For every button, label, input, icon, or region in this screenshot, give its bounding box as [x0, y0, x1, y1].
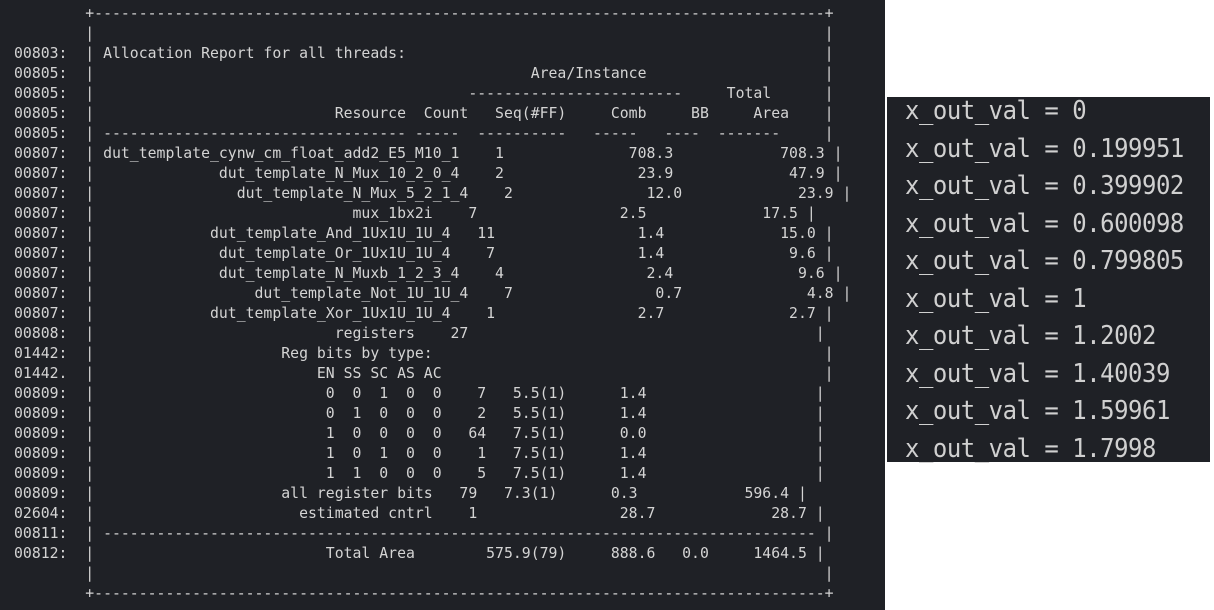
- x-out-val-terminal: x_out_val = 0 x_out_val = 0.199951 x_out_v…: [887, 96, 1210, 464]
- report-line: 00805: | ------------------------ Total …: [14, 85, 834, 102]
- report-line: 00805: | Area/Instance |: [14, 65, 834, 82]
- report-line: 00805: | Resource Count Seq(#FF) Comb BB…: [14, 105, 834, 122]
- report-line: 00807: | dut_template_N_Mux_5_2_1_4 2 12…: [14, 185, 852, 202]
- x-out-val-line: x_out_val = 1: [905, 283, 1087, 314]
- report-line: 00803: | Allocation Report for all threa…: [14, 45, 834, 62]
- report-line: +---------------------------------------…: [14, 5, 834, 22]
- report-line: 00807: | dut_template_Or_1Ux1U_1U_4 7 1.…: [14, 245, 834, 262]
- x-out-val-line: x_out_val = 1.7998: [905, 433, 1156, 464]
- report-line: 00812: | Total Area 575.9(79) 888.6 0.0 …: [14, 545, 825, 562]
- report-line: 00811: | -------------------------------…: [14, 525, 834, 542]
- report-line: 00807: | dut_template_Xor_1Ux1U_1U_4 1 2…: [14, 305, 834, 322]
- x-out-val-line: x_out_val = 1.2002: [905, 321, 1156, 351]
- report-line: | |: [14, 565, 834, 582]
- report-line: 01442. | EN SS SC AS AC |: [14, 365, 834, 382]
- report-line: 00807: | dut_template_N_Muxb_1_2_3_4 4 2…: [14, 265, 843, 282]
- allocation-report-text: +---------------------------------------…: [14, 4, 851, 604]
- report-line: 00807: | dut_template_And_1Ux1U_1U_4 11 …: [14, 225, 834, 242]
- report-line: +---------------------------------------…: [14, 585, 834, 602]
- x-out-val-line: x_out_val = 0.600098: [905, 208, 1184, 239]
- report-line: 00807: | dut_template_cynw_cm_float_add2…: [14, 145, 843, 162]
- report-line: 00809: | 1 0 0 0 0 64 7.5(1) 0.0 |: [14, 425, 825, 442]
- x-out-val-line: x_out_val = 1.40039: [905, 358, 1170, 389]
- report-line: 00809: | 0 0 1 0 0 7 5.5(1) 1.4 |: [14, 385, 825, 402]
- report-line: 00807: | dut_template_Not_1U_1U_4 7 0.7 …: [14, 285, 852, 302]
- report-line: 00809: | 1 0 1 0 0 1 7.5(1) 1.4 |: [14, 445, 825, 462]
- report-line: 00809: | 1 1 0 0 0 5 7.5(1) 1.4 |: [14, 465, 825, 482]
- report-line: 00809: | all register bits 79 7.3(1) 0.3…: [14, 485, 807, 502]
- x-out-val-line: x_out_val = 0.199951: [905, 133, 1184, 164]
- x-out-val-line: x_out_val = 0.399902: [905, 171, 1184, 201]
- report-line: 00807: | dut_template_N_Mux_10_2_0_4 2 2…: [14, 165, 843, 182]
- report-line: 00808: | registers 27 |: [14, 325, 825, 342]
- x-out-val-line: x_out_val = 1.59961: [905, 396, 1170, 426]
- allocation-report-terminal: +---------------------------------------…: [0, 0, 885, 610]
- x-out-val-line: x_out_val = 0: [905, 96, 1087, 126]
- report-line: 00807: | mux_1bx2i 7 2.5 17.5 |: [14, 205, 816, 222]
- report-line: 01442: | Reg bits by type: |: [14, 345, 834, 362]
- report-line: 02604: | estimated cntrl 1 28.7 28.7 |: [14, 505, 825, 522]
- report-line: | |: [14, 25, 834, 42]
- x-out-val-line: x_out_val = 0.799805: [905, 246, 1184, 276]
- report-line: 00809: | 0 1 0 0 0 2 5.5(1) 1.4 |: [14, 405, 825, 422]
- report-line: 00805: | -------------------------------…: [14, 125, 834, 142]
